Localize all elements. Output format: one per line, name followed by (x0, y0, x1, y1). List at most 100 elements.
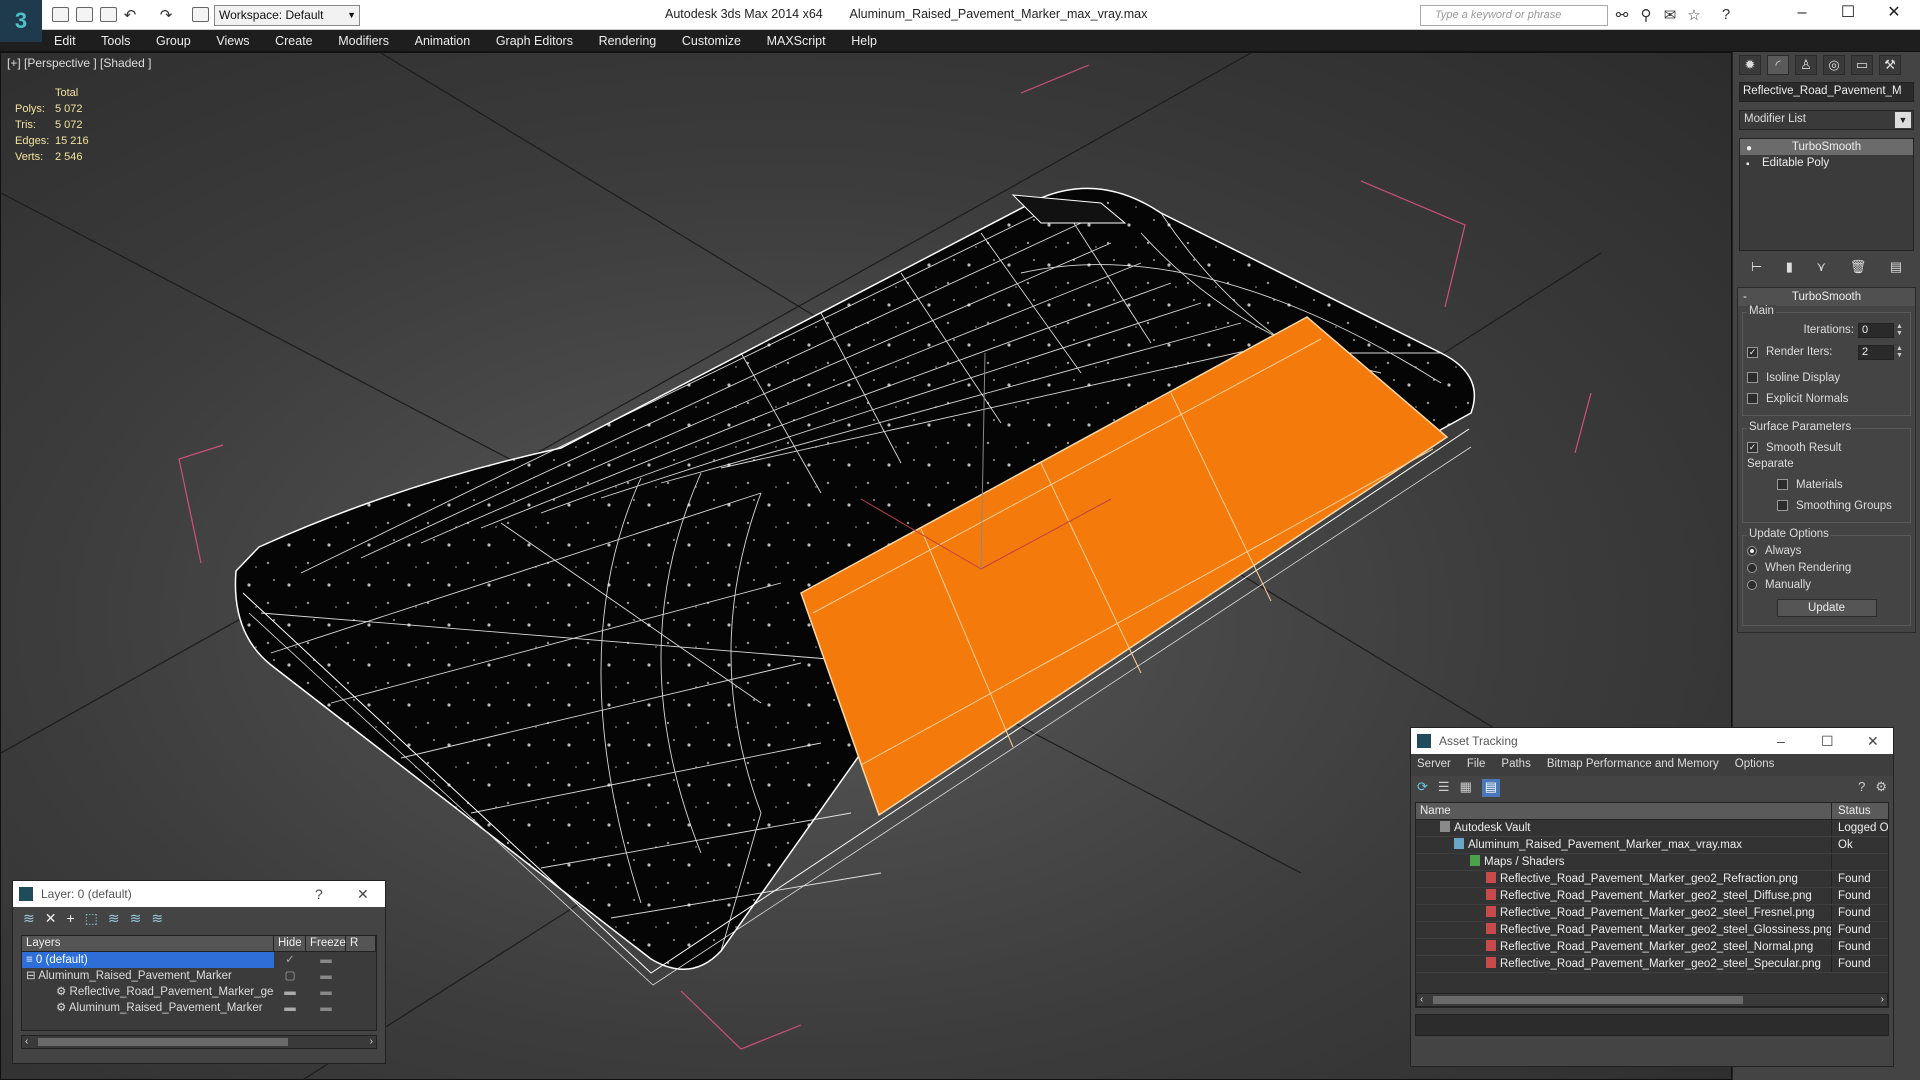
add-to-layer-icon[interactable]: + (66, 910, 74, 928)
configure-sets-icon[interactable]: ▤ (1890, 259, 1902, 279)
menu-animation[interactable]: Animation (415, 34, 471, 48)
stack-item-editable-poly[interactable]: ▪ Editable Poly (1740, 155, 1913, 171)
iterations-spinner[interactable]: 0 (1858, 322, 1894, 338)
asset-row[interactable]: Reflective_Road_Pavement_Marker_geo2_ste… (1416, 888, 1888, 905)
modifier-list-dropdown[interactable]: Modifier List ▼ (1739, 110, 1914, 130)
collapse-icon[interactable]: ⊟ (26, 970, 38, 982)
refresh-icon[interactable]: ⟳ (1417, 779, 1428, 797)
scroll-right-icon[interactable]: › (370, 1036, 373, 1047)
menu-edit[interactable]: Edit (54, 34, 76, 48)
layer-hscrollbar[interactable]: ‹ › (21, 1035, 377, 1049)
spinner-arrows-icon[interactable]: ▲ ▼ (1896, 345, 1906, 359)
new-layer-icon[interactable]: ≋ (23, 910, 35, 928)
help-icon[interactable]: ? (315, 881, 323, 907)
asset-hscrollbar[interactable]: ‹ › (1416, 993, 1888, 1007)
menu-rendering[interactable]: Rendering (599, 34, 657, 48)
freeze-toggle[interactable]: ▬ (306, 1000, 346, 1016)
hide-toggle[interactable]: ▬ (274, 1000, 306, 1016)
search-input[interactable]: Type a keyword or phrase (1420, 5, 1608, 26)
open-file-icon[interactable] (76, 7, 93, 22)
list-view-icon[interactable]: ☰ (1438, 779, 1450, 797)
close-icon[interactable]: ✕ (1867, 728, 1879, 754)
col-hide[interactable]: Hide (274, 936, 306, 951)
minimize-icon[interactable]: – (1777, 728, 1785, 754)
manually-radio[interactable] (1747, 579, 1757, 590)
asset-row[interactable]: Reflective_Road_Pavement_Marker_geo2_Ref… (1416, 871, 1888, 888)
when-rendering-radio[interactable] (1747, 562, 1757, 573)
hide-all-icon[interactable]: ≋ (130, 910, 142, 928)
asset-row[interactable]: Reflective_Road_Pavement_Marker_geo2_ste… (1416, 905, 1888, 922)
menu-group[interactable]: Group (156, 34, 191, 48)
scroll-left-icon[interactable]: ‹ (25, 1036, 28, 1047)
menu-modifiers[interactable]: Modifiers (338, 34, 389, 48)
create-tab-icon[interactable]: ✹ (1739, 55, 1761, 75)
update-button[interactable]: Update (1776, 599, 1877, 617)
smooth-result-checkbox[interactable]: ✓ (1747, 442, 1758, 453)
select-objects-icon[interactable]: ⬚ (85, 910, 98, 928)
workspace-dropdown[interactable]: Workspace: Default ▼ (214, 5, 360, 26)
redo-icon[interactable]: ↷ (156, 6, 176, 24)
hierarchy-tab-icon[interactable]: ♙ (1795, 55, 1817, 75)
menu-server[interactable]: Server (1417, 758, 1451, 772)
close-button[interactable]: ✕ (1874, 2, 1914, 26)
asset-row[interactable]: Autodesk Vault Logged O (1416, 820, 1888, 837)
asset-row[interactable]: Reflective_Road_Pavement_Marker_geo2_ste… (1416, 939, 1888, 956)
freeze-toggle[interactable]: ▬ (306, 984, 346, 1000)
viewport-label[interactable]: [+] [Perspective ] [Shaded ] (7, 56, 151, 70)
menu-file[interactable]: File (1467, 758, 1486, 772)
menu-help[interactable]: Help (851, 34, 877, 48)
close-icon[interactable]: ✕ (357, 881, 369, 907)
thumbnail-view-icon[interactable]: ▦ (1460, 779, 1472, 797)
utilities-tab-icon[interactable]: ⚒ (1879, 55, 1901, 75)
save-file-icon[interactable] (100, 7, 117, 22)
render-iters-spinner[interactable]: 2 (1858, 344, 1894, 360)
always-radio[interactable] (1747, 545, 1757, 556)
highlight-layer-icon[interactable]: ≋ (108, 910, 120, 928)
stack-item-turbosmooth[interactable]: ● TurboSmooth (1740, 139, 1913, 155)
hide-toggle[interactable]: ▬ (274, 984, 306, 1000)
object-name-field[interactable]: Reflective_Road_Pavement_M (1739, 82, 1914, 102)
check-icon[interactable]: ✓ (274, 952, 306, 968)
show-end-result-icon[interactable]: ▮ (1786, 259, 1793, 279)
materials-checkbox[interactable] (1777, 479, 1788, 490)
favorites-icon[interactable]: ☆ (1684, 6, 1704, 24)
help-icon[interactable]: ? (1716, 6, 1736, 23)
layer-dialog-titlebar[interactable]: Layer: 0 (default) ? ✕ (13, 881, 385, 907)
scroll-thumb[interactable] (1433, 996, 1743, 1004)
scroll-thumb[interactable] (38, 1038, 288, 1046)
motion-tab-icon[interactable]: ◎ (1823, 55, 1845, 75)
pavement-marker-mesh[interactable] (234, 187, 1476, 986)
remove-modifier-icon[interactable]: 🗑 (1850, 259, 1867, 279)
help-icon[interactable]: ? (1858, 779, 1865, 797)
menu-graph-editors[interactable]: Graph Editors (496, 34, 573, 48)
undo-icon[interactable]: ↶ (120, 6, 140, 24)
freeze-toggle[interactable]: ▬ (306, 968, 346, 984)
pin-stack-icon[interactable]: ⊢ (1751, 259, 1762, 279)
freeze-toggle[interactable]: ▬ (306, 952, 346, 968)
layer-row[interactable]: ≡ 0 (default) ✓ ▬ (22, 952, 376, 968)
menu-paths[interactable]: Paths (1501, 758, 1530, 772)
expand-icon[interactable]: ▪ (1746, 157, 1750, 173)
col-name[interactable]: Name (1416, 803, 1832, 819)
settings-icon[interactable]: ⚙ (1875, 779, 1887, 797)
layer-row[interactable]: ⚙ Reflective_Road_Pavement_Marker_geo2 ▬… (22, 984, 376, 1000)
delete-layer-icon[interactable]: ✕ (45, 910, 57, 928)
communication-icon[interactable]: ✉ (1660, 6, 1680, 24)
render-iters-checkbox[interactable]: ✓ (1747, 346, 1758, 358)
isoline-display-checkbox[interactable] (1747, 372, 1758, 383)
hide-toggle[interactable]: ▢ (274, 968, 306, 984)
binoculars-icon[interactable]: ⚯ (1612, 6, 1632, 24)
asset-row[interactable]: Aluminum_Raised_Pavement_Marker_max_vray… (1416, 837, 1888, 854)
menu-options[interactable]: Options (1735, 758, 1775, 772)
asset-row[interactable]: Reflective_Road_Pavement_Marker_geo2_ste… (1416, 922, 1888, 939)
col-render[interactable]: R (346, 936, 376, 951)
explicit-normals-checkbox[interactable] (1747, 393, 1758, 404)
asset-row[interactable]: Reflective_Road_Pavement_Marker_geo2_ste… (1416, 956, 1888, 973)
freeze-all-icon[interactable]: ≋ (151, 910, 163, 928)
asset-row[interactable]: Maps / Shaders (1416, 854, 1888, 871)
maximize-icon[interactable]: ☐ (1821, 728, 1834, 754)
menu-customize[interactable]: Customize (682, 34, 741, 48)
menu-tools[interactable]: Tools (101, 34, 130, 48)
spinner-arrows-icon[interactable]: ▲ ▼ (1896, 323, 1906, 337)
subscription-icon[interactable]: ⚲ (1636, 6, 1656, 24)
